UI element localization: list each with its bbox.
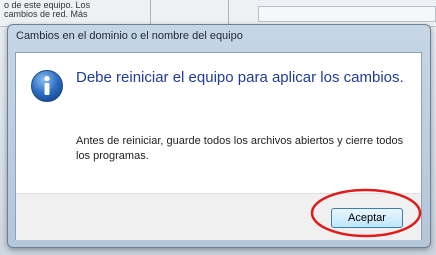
- accept-button[interactable]: Aceptar: [331, 208, 403, 228]
- info-icon: [31, 70, 63, 102]
- background-divider: [228, 0, 229, 26]
- background-text: o de este equipo. Los cambios de red. Má…: [4, 1, 91, 19]
- main-instruction: Debe reiniciar el equipo para aplicar lo…: [76, 69, 404, 86]
- dialog-content: Debe reiniciar el equipo para aplicar lo…: [16, 53, 421, 193]
- dialog-client-area: Debe reiniciar el equipo para aplicar lo…: [15, 52, 422, 240]
- restart-dialog: Cambios en el dominio o el nombre del eq…: [7, 24, 431, 248]
- dialog-title: Cambios en el dominio o el nombre del eq…: [16, 30, 243, 42]
- background-window-strip: o de este equipo. Los cambios de red. Má…: [0, 0, 436, 27]
- dialog-footer: Aceptar: [16, 193, 421, 240]
- background-field: [258, 6, 436, 22]
- background-divider: [150, 0, 151, 26]
- dialog-body-text: Antes de reiniciar, guarde todos los arc…: [76, 135, 404, 162]
- dialog-titlebar[interactable]: Cambios en el dominio o el nombre del eq…: [8, 25, 430, 49]
